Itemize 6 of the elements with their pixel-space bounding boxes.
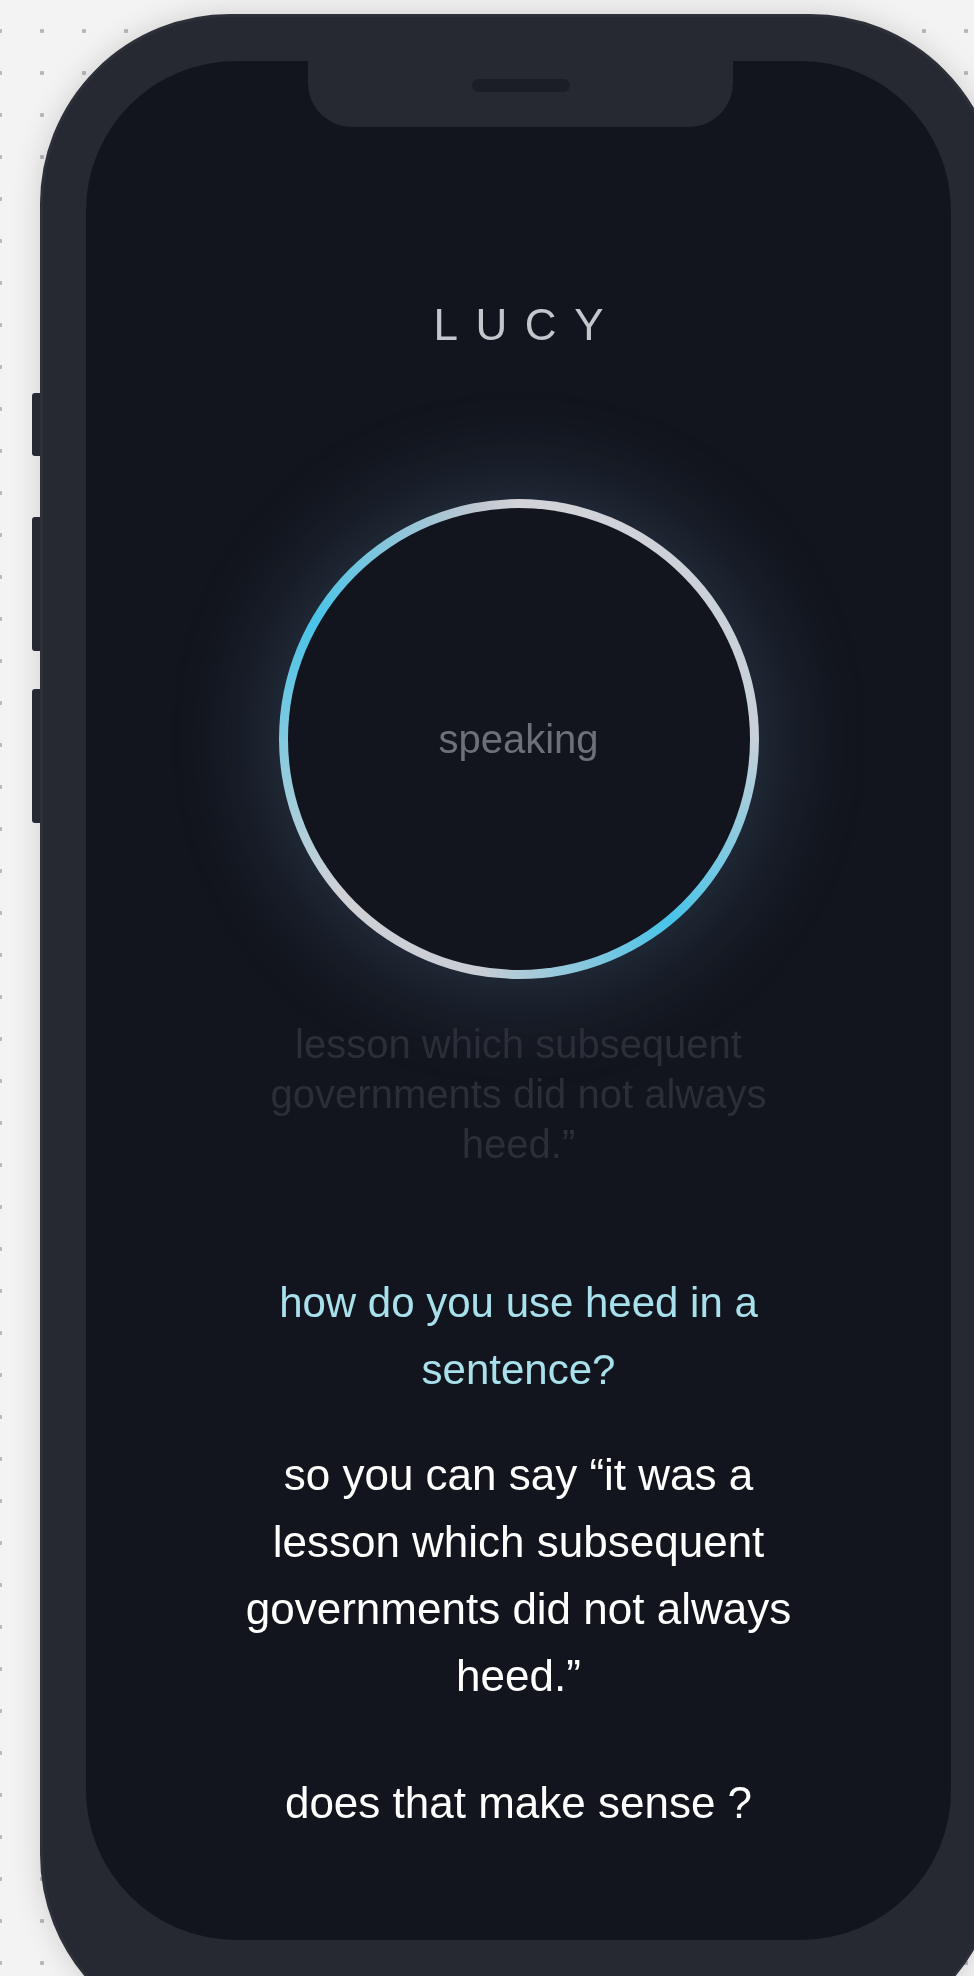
app-title: LUCY bbox=[433, 301, 622, 349]
status-label: speaking bbox=[438, 716, 599, 762]
voice-orb[interactable]: speaking bbox=[278, 499, 759, 979]
assistant-reply: does that make sense ? bbox=[283, 1777, 754, 1829]
user-question: how do you use heed in a sentence? bbox=[278, 1278, 759, 1395]
assistant-reply: so you can say “it was a lesson which subsequent governments did not always heed.” bbox=[244, 1449, 793, 1702]
